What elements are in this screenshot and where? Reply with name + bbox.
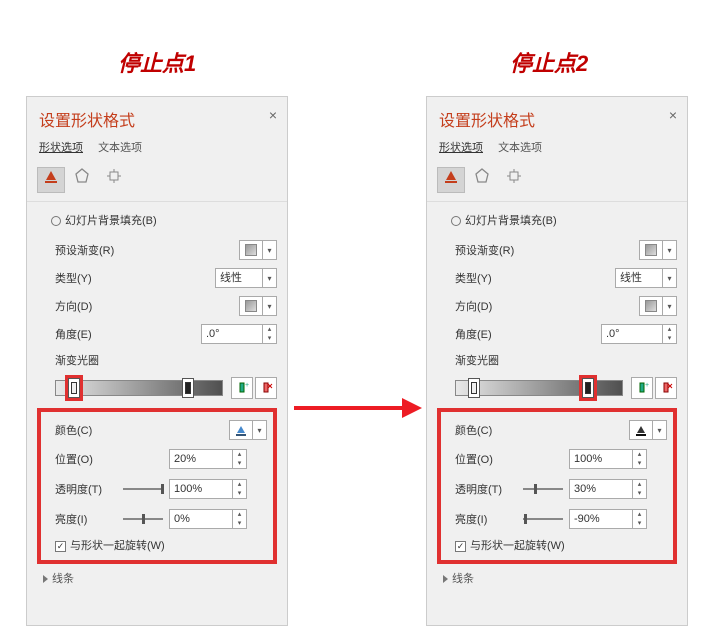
- tab-text-options[interactable]: 文本选项: [98, 139, 142, 155]
- preset-gradient-label: 预设渐变(R): [455, 242, 639, 258]
- transparency-spinner[interactable]: ▴▾: [633, 479, 647, 499]
- svg-text:+: +: [245, 382, 249, 389]
- angle-spinner[interactable]: ▴▾: [263, 324, 277, 344]
- direction-label: 方向(D): [455, 298, 639, 314]
- position-label: 位置(O): [455, 451, 517, 467]
- rotate-with-shape-checkbox[interactable]: ✓与形状一起旋转(W): [441, 534, 671, 556]
- expand-icon: [443, 575, 448, 583]
- angle-label: 角度(E): [455, 326, 601, 342]
- color-label: 颜色(C): [455, 422, 629, 438]
- color-dropdown[interactable]: ▾: [229, 420, 267, 440]
- transparency-input[interactable]: 100%: [169, 479, 233, 499]
- effects-icon[interactable]: [468, 167, 496, 193]
- close-icon[interactable]: ×: [269, 107, 277, 123]
- direction-dropdown[interactable]: ▾: [639, 296, 677, 316]
- brightness-input[interactable]: -90%: [569, 509, 633, 529]
- remove-stop-button[interactable]: [255, 377, 277, 399]
- angle-input[interactable]: .0°: [201, 324, 263, 344]
- add-stop-button[interactable]: +: [231, 377, 253, 399]
- brightness-input[interactable]: 0%: [169, 509, 233, 529]
- line-section-toggle[interactable]: 线条: [37, 564, 277, 590]
- type-dropdown[interactable]: 线性▾: [615, 268, 677, 288]
- position-spinner[interactable]: ▴▾: [633, 449, 647, 469]
- type-value: 线性: [615, 268, 663, 288]
- gradient-stop-1[interactable]: [468, 378, 480, 398]
- angle-spinner[interactable]: ▴▾: [663, 324, 677, 344]
- brightness-spinner[interactable]: ▴▾: [633, 509, 647, 529]
- radio-slide-bg-label: 幻灯片背景填充(B): [465, 215, 557, 227]
- fill-line-icon[interactable]: [37, 167, 65, 193]
- transparency-input[interactable]: 30%: [569, 479, 633, 499]
- annotation-stop2: 停止点2: [510, 46, 588, 78]
- position-spinner[interactable]: ▴▾: [233, 449, 247, 469]
- gradient-stop-2[interactable]: [582, 378, 594, 398]
- fill-line-icon[interactable]: [437, 167, 465, 193]
- panel-title: 设置形状格式: [439, 107, 675, 131]
- transparency-slider[interactable]: [123, 483, 163, 495]
- type-value: 线性: [215, 268, 263, 288]
- transparency-label: 透明度(T): [55, 481, 117, 497]
- gradient-stops-label: 渐变光圈: [37, 348, 277, 370]
- rotate-label: 与形状一起旋转(W): [70, 540, 165, 552]
- line-section-toggle[interactable]: 线条: [437, 564, 677, 590]
- arrow-right: [294, 398, 422, 418]
- transparency-slider[interactable]: [523, 483, 563, 495]
- direction-label: 方向(D): [55, 298, 239, 314]
- color-dropdown[interactable]: ▾: [629, 420, 667, 440]
- remove-stop-button[interactable]: [655, 377, 677, 399]
- type-dropdown[interactable]: 线性▾: [215, 268, 277, 288]
- type-label: 类型(Y): [455, 270, 615, 286]
- highlighted-settings: 颜色(C) ▾ 位置(O) 100% ▴▾ 透明度(T) 30% ▴▾ 亮度(I…: [437, 408, 677, 564]
- preset-gradient-label: 预设渐变(R): [55, 242, 239, 258]
- gradient-stop-2[interactable]: [182, 378, 194, 398]
- position-input[interactable]: 20%: [169, 449, 233, 469]
- color-label: 颜色(C): [55, 422, 229, 438]
- annotation-stop1: 停止点1: [118, 46, 196, 78]
- format-shape-panel-right: 设置形状格式 × 形状选项 文本选项 幻灯片背景填充(B) 预设渐变(R) ▾ …: [426, 96, 688, 626]
- brightness-slider[interactable]: [123, 513, 163, 525]
- svg-text:+: +: [645, 382, 649, 389]
- brightness-slider[interactable]: [523, 513, 563, 525]
- radio-slide-bg-label: 幻灯片背景填充(B): [65, 215, 157, 227]
- direction-dropdown[interactable]: ▾: [239, 296, 277, 316]
- rotate-with-shape-checkbox[interactable]: ✓与形状一起旋转(W): [41, 534, 271, 556]
- format-shape-panel-left: 设置形状格式 × 形状选项 文本选项 幻灯片背景填充(B) 预设渐变(R) ▾ …: [26, 96, 288, 626]
- transparency-label: 透明度(T): [455, 481, 517, 497]
- tab-shape-options[interactable]: 形状选项: [439, 139, 483, 155]
- close-icon[interactable]: ×: [669, 107, 677, 123]
- gradient-track[interactable]: [55, 380, 223, 396]
- gradient-stops-label: 渐变光圈: [437, 348, 677, 370]
- gradient-track[interactable]: [455, 380, 623, 396]
- panel-title: 设置形状格式: [39, 107, 275, 131]
- highlighted-settings: 颜色(C) ▾ 位置(O) 20% ▴▾ 透明度(T) 100% ▴▾ 亮度(I…: [37, 408, 277, 564]
- brightness-spinner[interactable]: ▴▾: [233, 509, 247, 529]
- size-props-icon[interactable]: [100, 167, 128, 193]
- preset-gradient-dropdown[interactable]: ▾: [239, 240, 277, 260]
- effects-icon[interactable]: [68, 167, 96, 193]
- brightness-label: 亮度(I): [455, 511, 517, 527]
- rotate-label: 与形状一起旋转(W): [470, 540, 565, 552]
- tab-shape-options[interactable]: 形状选项: [39, 139, 83, 155]
- radio-slide-bg-fill[interactable]: 幻灯片背景填充(B): [437, 210, 677, 236]
- type-label: 类型(Y): [55, 270, 215, 286]
- transparency-spinner[interactable]: ▴▾: [233, 479, 247, 499]
- brightness-label: 亮度(I): [55, 511, 117, 527]
- angle-input[interactable]: .0°: [601, 324, 663, 344]
- radio-slide-bg-fill[interactable]: 幻灯片背景填充(B): [37, 210, 277, 236]
- add-stop-button[interactable]: +: [631, 377, 653, 399]
- gradient-stop-1[interactable]: [68, 378, 80, 398]
- position-input[interactable]: 100%: [569, 449, 633, 469]
- expand-icon: [43, 575, 48, 583]
- position-label: 位置(O): [55, 451, 117, 467]
- tab-text-options[interactable]: 文本选项: [498, 139, 542, 155]
- preset-gradient-dropdown[interactable]: ▾: [639, 240, 677, 260]
- angle-label: 角度(E): [55, 326, 201, 342]
- size-props-icon[interactable]: [500, 167, 528, 193]
